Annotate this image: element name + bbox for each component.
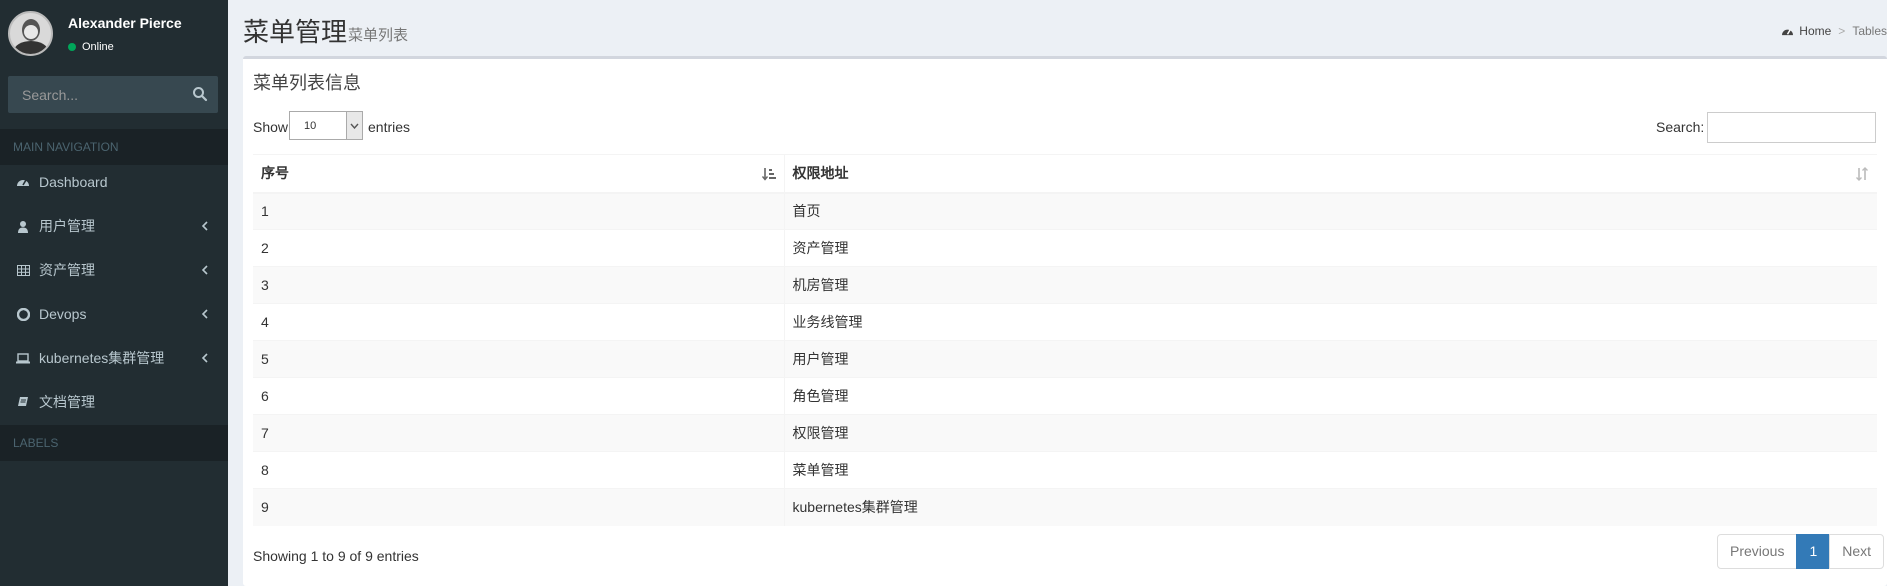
- sidebar-item-dashboard[interactable]: Dashboard: [0, 160, 228, 204]
- page-length-value: 10: [304, 119, 317, 132]
- sidebar-item-label: Dashboard: [39, 174, 108, 190]
- chevron-left-icon: [200, 307, 210, 319]
- sort-both-icon: [1855, 167, 1869, 181]
- table-row: 3 机房管理: [253, 266, 1877, 304]
- cell-permission-path: 业务线管理: [784, 303, 1877, 341]
- pagination: Previous 1 Next: [1717, 534, 1885, 569]
- table-row: 6 角色管理: [253, 377, 1877, 415]
- sidebar-item-user-management[interactable]: 用户管理: [0, 204, 228, 248]
- breadcrumb-current: Tables: [1852, 24, 1887, 38]
- cell-index: 7: [253, 414, 785, 452]
- chevron-down-icon[interactable]: [346, 112, 362, 139]
- cell-permission-path: kubernetes集群管理: [784, 488, 1877, 526]
- cell-index: 6: [253, 377, 785, 415]
- user-panel: Alexander Pierce Online: [0, 0, 228, 68]
- cell-index: 2: [253, 229, 785, 267]
- table-row: 2 资产管理: [253, 229, 1877, 267]
- chevron-left-icon: [200, 351, 210, 363]
- book-icon: [16, 395, 30, 409]
- cell-index: 1: [253, 192, 785, 230]
- cell-index: 4: [253, 303, 785, 341]
- cell-permission-path: 资产管理: [784, 229, 1877, 267]
- dashboard-icon: [16, 175, 30, 189]
- sidebar-item-kubernetes[interactable]: kubernetes集群管理: [0, 336, 228, 380]
- page-title: 菜单管理: [243, 17, 348, 47]
- sort-ascending-icon: [761, 167, 776, 181]
- sidebar-item-document-management[interactable]: 文档管理: [0, 380, 228, 424]
- cell-permission-path: 机房管理: [784, 266, 1877, 304]
- table-row: 1 首页: [253, 192, 1877, 230]
- page-1-button[interactable]: 1: [1796, 534, 1831, 569]
- menu-table: 序号 权限地址 1 首页 2 资产管理 3 机房管理 4 业务线管理 5 用户管理 6 角色: [253, 154, 1877, 526]
- breadcrumb-separator: >: [1838, 24, 1846, 38]
- user-status: Online: [68, 41, 114, 53]
- entries-label: entries: [368, 119, 411, 135]
- breadcrumb-home-link[interactable]: Home: [1799, 24, 1831, 38]
- column-header-index[interactable]: 序号: [253, 154, 785, 194]
- sidebar-search: [8, 76, 218, 113]
- user-status-label: Online: [82, 41, 114, 53]
- show-label: Show: [253, 119, 289, 135]
- online-status-icon: [68, 43, 76, 51]
- table-row: 9 kubernetes集群管理: [253, 488, 1877, 526]
- sidebar: Alexander Pierce Online MAIN NAVIGATION …: [0, 0, 228, 586]
- table-row: 8 菜单管理: [253, 451, 1877, 489]
- sidebar-search-input[interactable]: [8, 76, 188, 113]
- chevron-left-icon: [200, 263, 210, 275]
- table-row: 4 业务线管理: [253, 303, 1877, 341]
- table-info-text: Showing 1 to 9 of 9 entries: [253, 548, 419, 564]
- sidebar-item-label: 资产管理: [39, 262, 95, 278]
- table-header-row: 序号 权限地址: [253, 154, 1877, 194]
- menu-list-box: 菜单列表信息 Show 10 entries Search: 序号 权限地址 1…: [243, 56, 1887, 586]
- cell-permission-path: 权限管理: [784, 414, 1877, 452]
- cell-permission-path: 首页: [784, 192, 1877, 230]
- column-header-permission-path[interactable]: 权限地址: [784, 154, 1877, 194]
- user-name: Alexander Pierce: [68, 15, 182, 31]
- sidebar-item-label: Devops: [39, 306, 87, 322]
- sidebar-item-label: 文档管理: [39, 394, 95, 410]
- page-length-select[interactable]: 10: [289, 111, 363, 140]
- table-row: 7 权限管理: [253, 414, 1877, 452]
- cell-permission-path: 菜单管理: [784, 451, 1877, 489]
- box-title: 菜单列表信息: [253, 73, 361, 93]
- search-icon[interactable]: [192, 86, 208, 102]
- next-page-button[interactable]: Next: [1829, 534, 1885, 569]
- sidebar-item-label: 用户管理: [39, 218, 95, 234]
- cell-permission-path: 用户管理: [784, 340, 1877, 378]
- dashboard-icon: [1781, 26, 1794, 37]
- sidebar-item-asset-management[interactable]: 资产管理: [0, 248, 228, 292]
- page-subtitle: 菜单列表: [348, 27, 409, 44]
- user-icon: [16, 219, 30, 233]
- table-icon: [16, 263, 30, 277]
- chevron-left-icon: [200, 219, 210, 231]
- table-search-label: Search:: [1656, 119, 1705, 135]
- cell-index: 8: [253, 451, 785, 489]
- avatar[interactable]: [8, 11, 53, 56]
- opera-icon: [16, 307, 30, 321]
- cell-index: 9: [253, 488, 785, 526]
- cell-index: 5: [253, 340, 785, 378]
- labels-header: LABELS: [0, 425, 228, 461]
- table-row: 5 用户管理: [253, 340, 1877, 378]
- previous-page-button[interactable]: Previous: [1717, 534, 1798, 569]
- cell-permission-path: 角色管理: [784, 377, 1877, 415]
- cell-index: 3: [253, 266, 785, 304]
- table-search-input[interactable]: [1707, 112, 1876, 143]
- sidebar-item-label: kubernetes集群管理: [39, 350, 165, 366]
- laptop-icon: [16, 351, 30, 365]
- breadcrumb: Home > Tables: [1781, 24, 1887, 38]
- sidebar-item-devops[interactable]: Devops: [0, 292, 228, 336]
